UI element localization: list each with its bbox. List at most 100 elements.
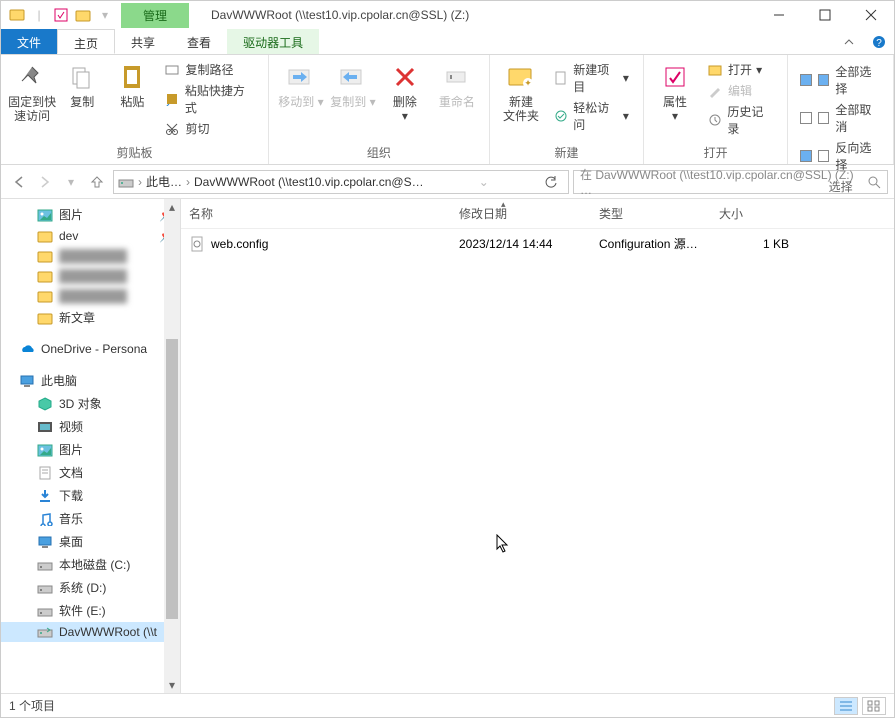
search-icon[interactable]	[867, 175, 881, 189]
tree-item[interactable]: 3D 对象	[1, 392, 180, 415]
tree-item[interactable]: ████████	[1, 246, 180, 266]
folder-icon	[37, 311, 53, 325]
file-row[interactable]: web.config2023/12/14 14:44Configuration …	[181, 229, 894, 258]
history-button[interactable]: 历史记录	[704, 101, 777, 139]
paste-button[interactable]: 粘贴	[107, 59, 157, 143]
tree-item[interactable]: DavWWWRoot (\\t	[1, 622, 180, 642]
drive-icon	[37, 604, 53, 618]
tree-item[interactable]: 桌面	[1, 530, 180, 553]
minimize-button[interactable]	[756, 1, 802, 29]
tree-item[interactable]: 图片	[1, 438, 180, 461]
copy-button[interactable]: 复制	[57, 59, 107, 143]
tree-item[interactable]: 文档	[1, 461, 180, 484]
tree-item[interactable]: 音乐	[1, 507, 180, 530]
tree-item[interactable]: ████████	[1, 266, 180, 286]
rename-button[interactable]: 重命名	[431, 59, 483, 143]
item-count: 1 个项目	[9, 697, 55, 714]
search-input[interactable]: 在 DavWWWRoot (\\test10.vip.cpolar.cn@SSL…	[573, 170, 888, 194]
close-button[interactable]	[848, 1, 894, 29]
breadcrumb[interactable]: › 此电… › DavWWWRoot (\\test10.vip.cpolar.…	[113, 170, 569, 194]
tree-item[interactable]: OneDrive - Persona	[1, 339, 180, 359]
open-button[interactable]: 打开 ▾	[704, 59, 777, 80]
group-label-clipboard: 剪贴板	[7, 143, 262, 162]
tree-item[interactable]: ████████	[1, 286, 180, 306]
easy-access-button[interactable]: 轻松访问 ▾	[550, 97, 633, 135]
titlebar: | ▾ 管理 DavWWWRoot (\\test10.vip.cpolar.c…	[1, 1, 894, 29]
edit-button[interactable]: 编辑	[704, 80, 777, 101]
downloads-icon	[37, 489, 53, 503]
qat-folder-icon[interactable]	[75, 7, 91, 23]
sort-indicator-icon[interactable]: ▴	[501, 199, 506, 210]
main-area: 图片📌dev📌████████████████████████新文章OneDri…	[1, 199, 894, 693]
pictures-icon	[37, 443, 53, 457]
paste-shortcut-button[interactable]: 粘贴快捷方式	[161, 80, 257, 118]
new-folder-button[interactable]: ✦ 新建文件夹	[496, 59, 546, 143]
navigation-pane: 图片📌dev📌████████████████████████新文章OneDri…	[1, 199, 181, 693]
tree-item[interactable]: dev📌	[1, 226, 180, 246]
checkbox-icon	[800, 112, 812, 124]
qat-properties-icon[interactable]	[53, 7, 69, 23]
address-bar: ▾ › 此电… › DavWWWRoot (\\test10.vip.cpola…	[1, 165, 894, 199]
ribbon-collapse-button[interactable]	[834, 29, 864, 54]
qat-dropdown-icon[interactable]: ▾	[97, 7, 113, 23]
crumb-path[interactable]: DavWWWRoot (\\test10.vip.cpolar.cn@S…	[194, 175, 424, 189]
cut-button[interactable]: 剪切	[161, 118, 257, 139]
pin-quick-access-button[interactable]: 固定到快速访问	[7, 59, 57, 143]
tree-item[interactable]: 此电脑	[1, 369, 180, 392]
tree-item[interactable]: 图片📌	[1, 203, 180, 226]
forward-button[interactable]	[33, 170, 57, 194]
delete-button[interactable]: 删除▾	[379, 59, 431, 143]
details-view-button[interactable]	[834, 697, 858, 715]
tab-drive-tools[interactable]: 驱动器工具	[227, 29, 319, 54]
tab-view[interactable]: 查看	[171, 29, 227, 54]
onedrive-icon	[19, 342, 35, 356]
scrollbar[interactable]: ▴ ▾	[164, 199, 180, 693]
refresh-button[interactable]	[544, 175, 564, 189]
select-all-button[interactable]: 全部选择	[800, 61, 881, 99]
ribbon-group-open: 属性▾ 打开 ▾ 编辑 历史记录 打开	[644, 55, 788, 164]
thispc-icon	[19, 374, 35, 388]
checkbox-icon	[818, 112, 830, 124]
maximize-button[interactable]	[802, 1, 848, 29]
icons-view-button[interactable]	[862, 697, 886, 715]
scroll-down-button[interactable]: ▾	[164, 677, 180, 693]
tree-item[interactable]: 新文章	[1, 306, 180, 329]
netdrive-icon	[37, 625, 53, 639]
tree-item[interactable]: 下载	[1, 484, 180, 507]
checkbox-icon	[818, 150, 830, 162]
tree-item[interactable]: 软件 (E:)	[1, 599, 180, 622]
tree-item[interactable]: 系统 (D:)	[1, 576, 180, 599]
scroll-thumb[interactable]	[166, 339, 178, 619]
column-name[interactable]: 名称	[189, 205, 459, 222]
ribbon-group-select: 全部选择 全部取消 反向选择 选择	[788, 55, 894, 164]
recent-button[interactable]: ▾	[59, 170, 83, 194]
tab-file[interactable]: 文件	[1, 29, 57, 54]
scroll-up-button[interactable]: ▴	[164, 199, 180, 215]
pictures-icon	[37, 208, 53, 222]
help-button[interactable]: ?	[864, 29, 894, 54]
folder-icon	[37, 229, 53, 243]
column-headers: 名称 修改日期 类型 大小	[181, 199, 894, 229]
checkbox-icon	[800, 150, 812, 162]
select-none-button[interactable]: 全部取消	[800, 99, 881, 137]
column-modified[interactable]: 修改日期	[459, 205, 599, 222]
back-button[interactable]	[7, 170, 31, 194]
column-size[interactable]: 大小	[719, 205, 789, 222]
tree-item[interactable]: 视频	[1, 415, 180, 438]
tab-home[interactable]: 主页	[57, 29, 115, 54]
tab-share[interactable]: 共享	[115, 29, 171, 54]
ribbon-group-new: ✦ 新建文件夹 新建项目 ▾ 轻松访问 ▾ 新建	[490, 55, 644, 164]
address-dropdown-icon[interactable]: ⌄	[474, 175, 494, 189]
checkbox-icon	[818, 74, 830, 86]
copy-to-button[interactable]: 复制到 ▾	[327, 59, 379, 143]
properties-button[interactable]: 属性▾	[650, 59, 700, 143]
column-type[interactable]: 类型	[599, 205, 719, 222]
copy-path-button[interactable]: 复制路径	[161, 59, 257, 80]
crumb-root[interactable]: 此电…	[146, 173, 182, 190]
move-to-button[interactable]: 移动到 ▾	[275, 59, 327, 143]
netdrive-icon	[118, 175, 134, 189]
tree-item[interactable]: 本地磁盘 (C:)	[1, 553, 180, 576]
group-label-new: 新建	[496, 143, 637, 162]
up-button[interactable]	[85, 170, 109, 194]
new-item-button[interactable]: 新建项目 ▾	[550, 59, 633, 97]
